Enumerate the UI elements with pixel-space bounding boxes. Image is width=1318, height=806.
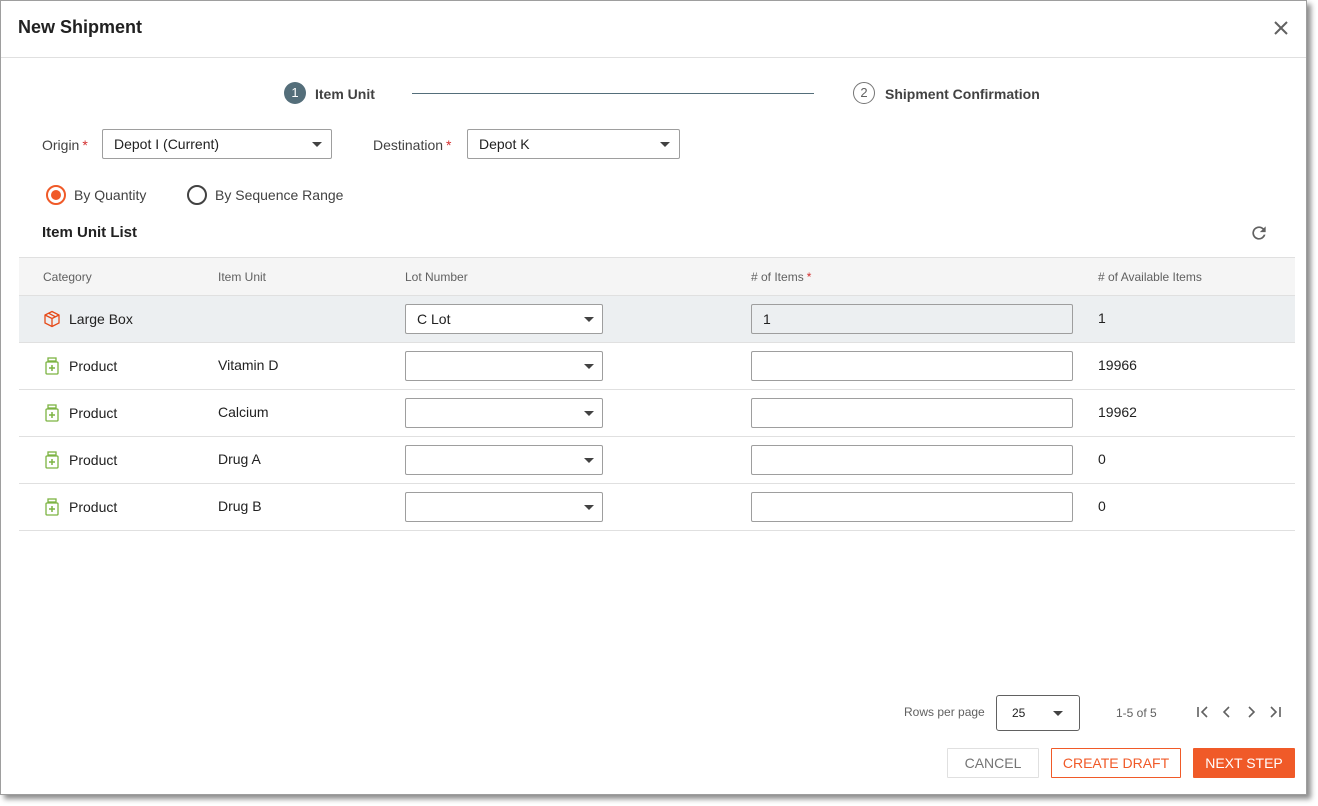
row-available-items: 1: [1098, 310, 1106, 326]
num-items-input[interactable]: [751, 445, 1073, 475]
next-step-button[interactable]: NEXT STEP: [1193, 748, 1295, 778]
rows-per-page-select[interactable]: 25: [996, 695, 1080, 731]
chevron-down-icon: [312, 142, 322, 147]
row-category: Product: [69, 499, 118, 515]
lot-number-select[interactable]: C Lot: [405, 304, 603, 334]
cancel-button[interactable]: CANCEL: [947, 748, 1039, 778]
radio-label: By Quantity: [74, 187, 147, 203]
row-category: Large Box: [69, 311, 133, 327]
chevron-down-icon: [584, 411, 594, 416]
step-1-number: 1: [284, 82, 306, 104]
col-lot-number: Lot Number: [405, 270, 468, 284]
row-available-items: 0: [1098, 451, 1106, 467]
chevron-down-icon: [584, 505, 594, 510]
box-icon: [44, 310, 60, 328]
step-1-label: Item Unit: [315, 86, 375, 102]
chevron-down-icon: [584, 364, 594, 369]
row-category: Product: [69, 452, 118, 468]
num-items-input[interactable]: [751, 351, 1073, 381]
chevron-down-icon: [584, 458, 594, 463]
row-category: Product: [69, 405, 118, 421]
close-icon[interactable]: [1270, 17, 1292, 39]
table-row: Product Calcium 19962: [19, 390, 1295, 437]
rows-per-page-value: 25: [1012, 706, 1026, 720]
radio-label: By Sequence Range: [215, 187, 344, 203]
dialog-header: New Shipment: [1, 1, 1306, 58]
row-available-items: 19966: [1098, 357, 1137, 373]
radio-unchecked-icon: [187, 185, 207, 205]
medicine-bottle-icon: [45, 404, 59, 422]
stepper: 1 Item Unit 2 Shipment Confirmation: [1, 81, 1306, 107]
radio-checked-icon: [46, 185, 66, 205]
origin-select[interactable]: Depot I (Current): [102, 129, 332, 159]
last-page-icon[interactable]: [1266, 703, 1284, 721]
table-row: Product Drug B 0: [19, 484, 1295, 531]
medicine-bottle-icon: [45, 498, 59, 516]
pagination-range: 1-5 of 5: [1116, 706, 1157, 720]
lot-number-select[interactable]: [405, 445, 603, 475]
lot-number-value: C Lot: [417, 311, 451, 327]
medicine-bottle-icon: [45, 357, 59, 375]
num-items-input[interactable]: 1: [751, 304, 1073, 334]
destination-value: Depot K: [479, 136, 530, 152]
rows-per-page-label: Rows per page: [904, 705, 985, 719]
stepper-connector: [412, 93, 814, 94]
refresh-icon[interactable]: [1249, 223, 1269, 243]
origin-label: Origin *: [42, 137, 88, 153]
row-item-unit: Drug B: [218, 498, 262, 514]
num-items-input[interactable]: [751, 492, 1073, 522]
new-shipment-dialog: New Shipment 1 Item Unit 2 Shipment Conf…: [0, 0, 1307, 795]
origin-value: Depot I (Current): [114, 136, 220, 152]
lot-number-select[interactable]: [405, 351, 603, 381]
step-2-label: Shipment Confirmation: [885, 86, 1040, 102]
chevron-down-icon: [1053, 711, 1063, 716]
chevron-down-icon: [584, 317, 594, 322]
item-unit-list-title: Item Unit List: [42, 224, 138, 241]
medicine-bottle-icon: [45, 451, 59, 469]
table-row: Product Drug A 0: [19, 437, 1295, 484]
col-item-unit: Item Unit: [218, 270, 267, 284]
table-header: Category Item Unit Lot Number # of Items…: [19, 257, 1295, 296]
lot-number-select[interactable]: [405, 398, 603, 428]
next-page-icon[interactable]: [1242, 703, 1260, 721]
row-item-unit: Drug A: [218, 451, 261, 467]
row-item-unit: Calcium: [218, 404, 269, 420]
row-available-items: 19962: [1098, 404, 1137, 420]
col-num-items: # of Items *: [751, 270, 812, 284]
table-row: Large Box C Lot 1 1: [19, 296, 1295, 343]
row-item-unit: Vitamin D: [218, 357, 279, 373]
num-items-input[interactable]: [751, 398, 1073, 428]
previous-page-icon[interactable]: [1218, 703, 1236, 721]
destination-label: Destination *: [373, 137, 452, 153]
chevron-down-icon: [660, 142, 670, 147]
row-available-items: 0: [1098, 498, 1106, 514]
first-page-icon[interactable]: [1194, 703, 1212, 721]
row-category: Product: [69, 358, 118, 374]
col-available-items: # of Available Items: [1098, 270, 1202, 284]
step-2-number: 2: [853, 82, 875, 104]
lot-number-select[interactable]: [405, 492, 603, 522]
create-draft-button[interactable]: CREATE DRAFT: [1051, 748, 1181, 778]
dialog-title: New Shipment: [18, 17, 143, 37]
table-row: Product Vitamin D 19966: [19, 343, 1295, 390]
item-unit-table: Category Item Unit Lot Number # of Items…: [19, 257, 1295, 531]
destination-select[interactable]: Depot K: [467, 129, 680, 159]
col-category: Category: [43, 270, 92, 284]
